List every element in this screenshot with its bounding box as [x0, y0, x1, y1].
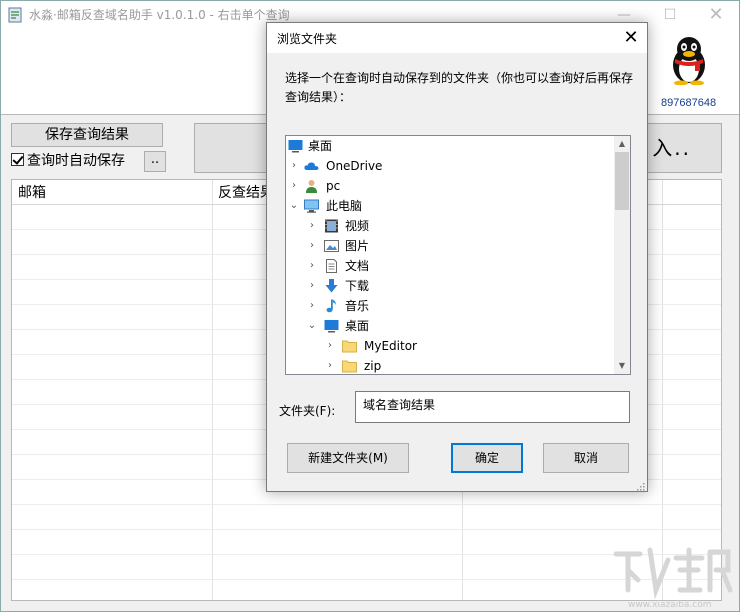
- chevron-right-icon[interactable]: ›: [306, 256, 318, 276]
- cancel-button[interactable]: 取消: [543, 443, 629, 473]
- tree-item-label: zip: [364, 359, 382, 373]
- tree-item-label: 下载: [345, 279, 370, 293]
- chevron-right-icon[interactable]: ›: [324, 336, 336, 356]
- chevron-right-icon[interactable]: ›: [324, 356, 336, 374]
- auto-save-checkbox[interactable]: [11, 153, 24, 166]
- tree-item-desktop[interactable]: ⌄ 桌面: [286, 316, 614, 336]
- desktop-icon: [288, 140, 303, 153]
- scroll-down-arrow-icon[interactable]: ▼: [614, 358, 630, 374]
- chevron-down-icon[interactable]: ⌄: [306, 316, 318, 336]
- window-title: 水淼·邮箱反查域名助手 v1.0.1.0 - 右击单个查询: [29, 8, 290, 22]
- folder-label: 文件夹(F):: [279, 404, 336, 418]
- chevron-right-icon[interactable]: ›: [306, 296, 318, 316]
- scrollbar-thumb[interactable]: [615, 152, 629, 210]
- chevron-right-icon[interactable]: ›: [288, 176, 300, 196]
- music-icon: [326, 299, 336, 313]
- tree-item-label: 音乐: [345, 299, 370, 313]
- tree-item-this-pc[interactable]: ⌄ 此电脑: [286, 196, 614, 216]
- browse-folder-button[interactable]: ..: [144, 151, 166, 172]
- chevron-right-icon[interactable]: ›: [306, 276, 318, 296]
- tree-item-label: 桌面: [308, 139, 333, 153]
- computer-icon: [304, 199, 319, 213]
- tree-item-onedrive[interactable]: › OneDrive: [286, 156, 614, 176]
- auto-save-label: 查询时自动保存: [27, 153, 125, 169]
- cloud-icon: [304, 162, 319, 170]
- user-icon: [306, 180, 317, 193]
- column-divider: [662, 180, 663, 600]
- chevron-down-icon[interactable]: ⌄: [288, 196, 300, 216]
- tree-item-label: MyEditor: [364, 339, 417, 353]
- column-divider: [212, 180, 213, 600]
- tree-item-myeditor[interactable]: › MyEditor: [286, 336, 614, 356]
- qq-penguin-icon[interactable]: [667, 35, 711, 85]
- chevron-right-icon[interactable]: ›: [306, 216, 318, 236]
- watermark-logo: [613, 547, 733, 600]
- tree-item-label: pc: [326, 179, 341, 193]
- desktop-icon: [324, 320, 339, 333]
- new-folder-button[interactable]: 新建文件夹(M): [287, 443, 409, 473]
- tree-item-downloads[interactable]: › 下载: [286, 276, 614, 296]
- tree-item-documents[interactable]: › 文档: [286, 256, 614, 276]
- chevron-right-icon[interactable]: ›: [306, 236, 318, 256]
- tree-item-label: 文档: [345, 259, 370, 273]
- folder-icon: [342, 360, 357, 373]
- close-button[interactable]: ✕: [693, 1, 739, 29]
- download-icon: [325, 279, 338, 293]
- scroll-up-arrow-icon[interactable]: ▲: [614, 136, 630, 152]
- row-divider: [12, 504, 721, 505]
- dialog-close-button[interactable]: ✕: [615, 23, 647, 53]
- chevron-right-icon[interactable]: ›: [288, 156, 300, 176]
- tree-item-pictures[interactable]: › 图片: [286, 236, 614, 256]
- document-icon: [326, 259, 337, 273]
- tree-item-label: 此电脑: [326, 199, 363, 213]
- tree-item-zip[interactable]: › zip: [286, 356, 614, 374]
- maximize-button[interactable]: ☐: [647, 1, 693, 29]
- tree-item-desktop-root[interactable]: 桌面: [286, 136, 614, 156]
- dialog-description: 选择一个在查询时自动保存到的文件夹（你也可以查询好后再保存查询结果）：: [285, 71, 634, 104]
- dialog-title: 浏览文件夹: [277, 32, 338, 46]
- resize-grip-icon[interactable]: [635, 481, 645, 491]
- tree-scrollbar[interactable]: ▲ ▼: [614, 136, 630, 374]
- tree-item-label: 图片: [345, 239, 370, 253]
- folder-icon: [342, 340, 357, 353]
- folder-name-input[interactable]: 域名查询结果: [355, 391, 630, 423]
- qq-number[interactable]: 897687648: [661, 97, 716, 109]
- browse-folder-dialog: 浏览文件夹 ✕ 选择一个在查询时自动保存到的文件夹（你也可以查询好后再保存查询结…: [266, 22, 648, 492]
- tree-item-videos[interactable]: › 视频: [286, 216, 614, 236]
- tree-item-music[interactable]: › 音乐: [286, 296, 614, 316]
- picture-icon: [324, 240, 339, 252]
- app-icon: [8, 7, 22, 23]
- watermark-url: www.xiazaiba.com: [628, 600, 712, 610]
- save-results-button[interactable]: 保存查询结果: [11, 123, 163, 147]
- tree-item-pc-user[interactable]: › pc: [286, 176, 614, 196]
- folder-tree[interactable]: 桌面 › OneDrive › pc ⌄ 此电脑 › 视频 › 图片 › 文档 …: [285, 135, 631, 375]
- ok-button[interactable]: 确定: [451, 443, 523, 473]
- tree-item-label: OneDrive: [326, 159, 383, 173]
- dialog-titlebar: 浏览文件夹 ✕: [267, 23, 647, 53]
- video-icon: [325, 219, 338, 233]
- tree-item-label: 桌面: [345, 319, 370, 333]
- row-divider: [12, 529, 721, 530]
- tree-item-label: 视频: [345, 219, 370, 233]
